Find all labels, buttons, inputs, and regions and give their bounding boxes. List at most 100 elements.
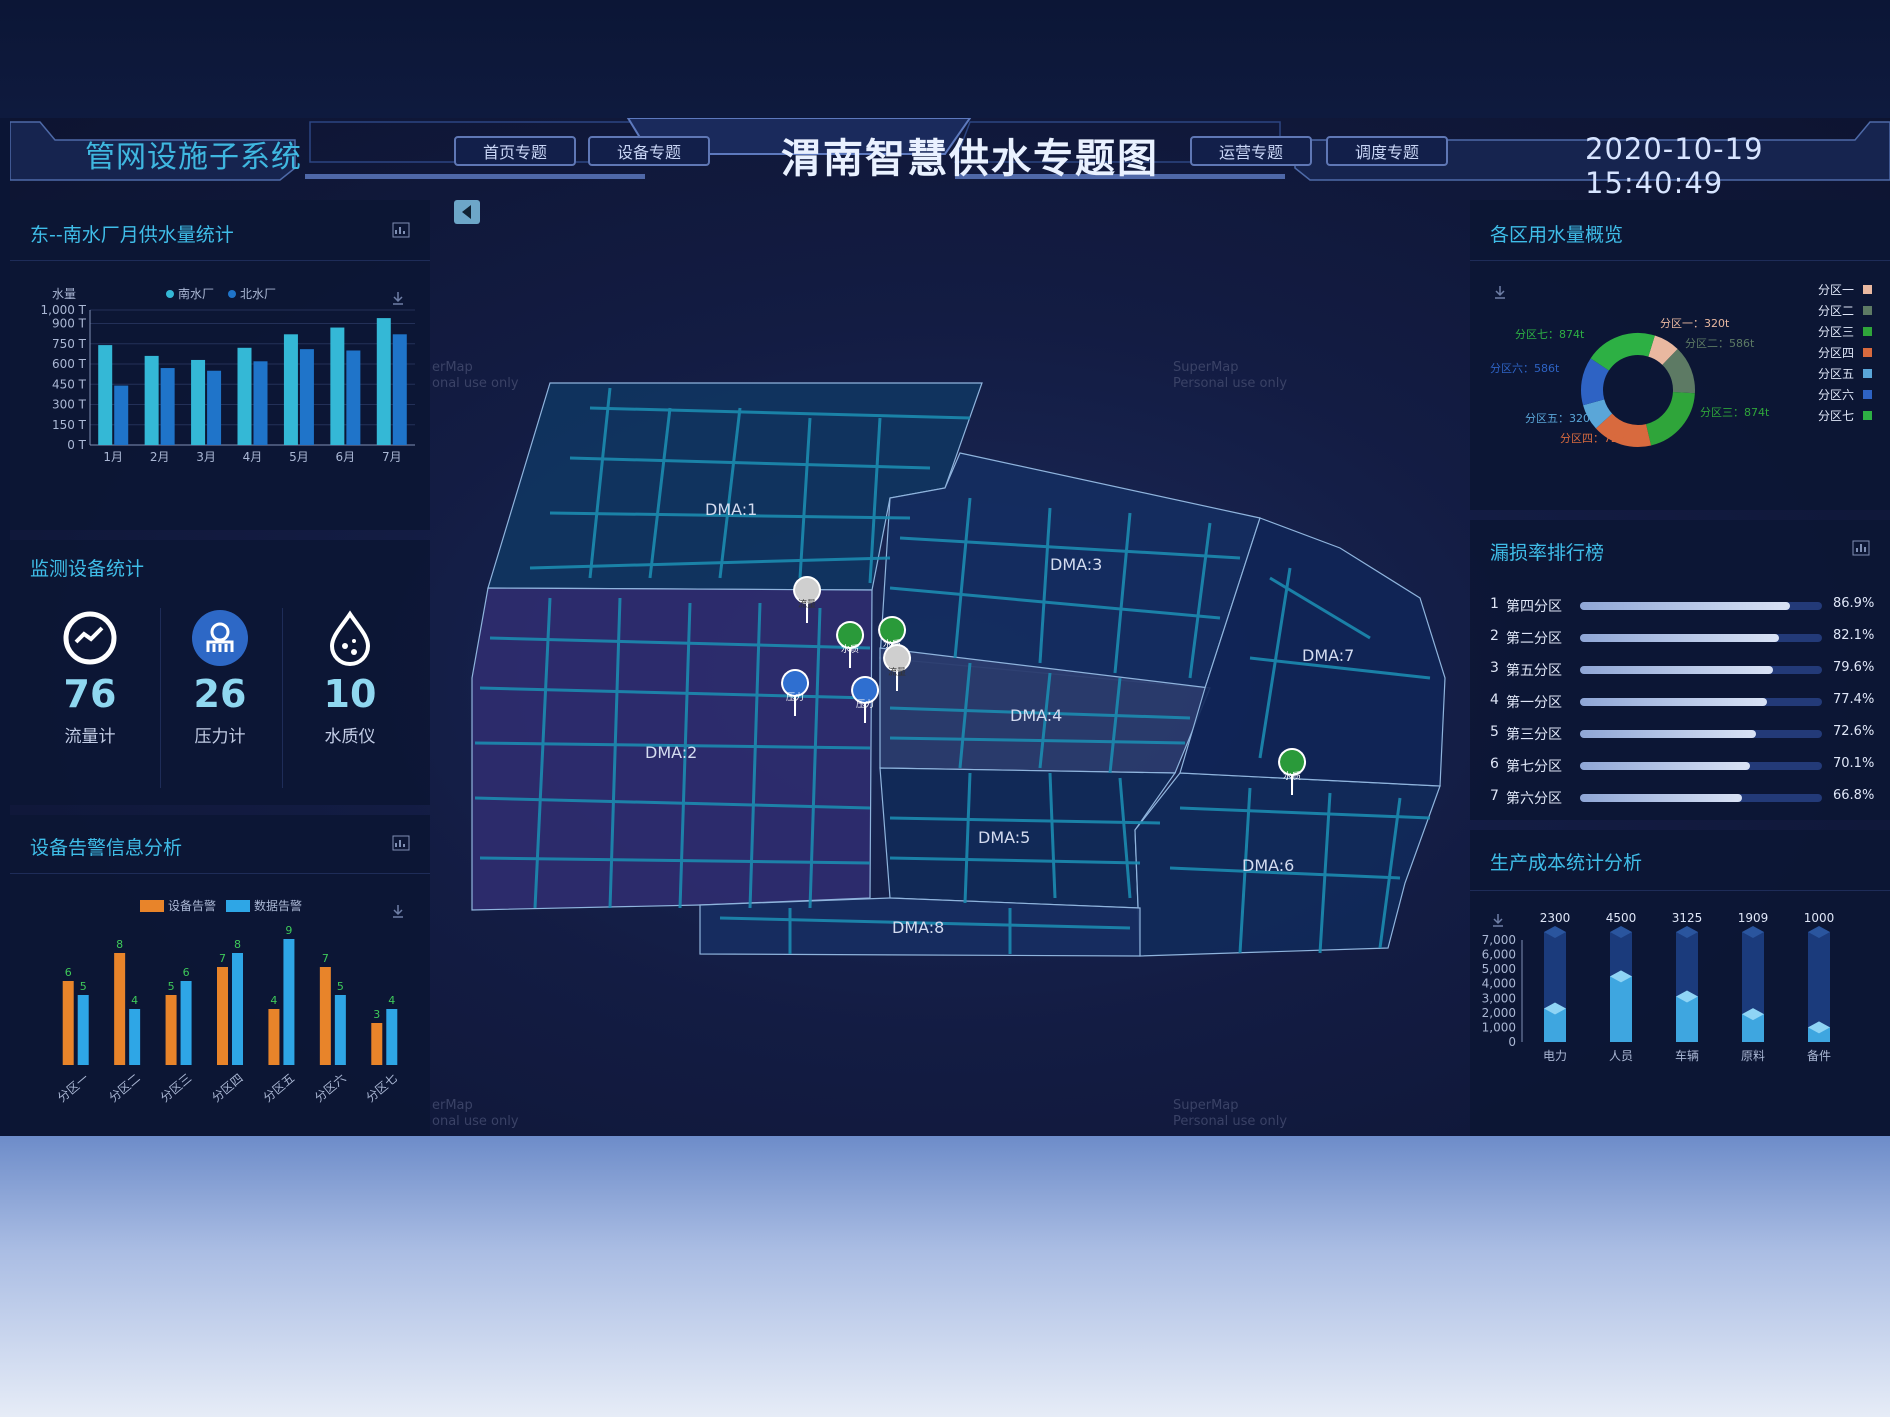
y-tick-label: 750 T [52,337,87,351]
bar-south[interactable] [237,347,252,445]
y-tick-label: 900 T [52,317,87,331]
leak-row[interactable]: 4 第一分区 77.4% [1490,692,1874,712]
flow-meter-count: 76 [63,672,117,716]
pie-slice[interactable] [1583,398,1613,429]
bar-south[interactable] [283,334,298,445]
ranking-icon[interactable] [1852,540,1870,556]
download-icon[interactable] [393,905,403,918]
cost-bar[interactable] [1610,976,1632,1042]
alarm-chart: 设备告警 数据告警 65分区一84分区二56分区三78分区四49分区五75分区六… [55,898,403,1105]
bar-north[interactable] [346,350,361,446]
x-tick-label: 分区七 [363,1071,400,1105]
progress-track [1580,794,1822,802]
leak-row[interactable]: 1 第四分区 86.9% [1490,596,1874,616]
cost-panel: 生产成本统计分析 7,000 6,000 5,000 4,000 3,000 2,000 1… [1470,830,1890,1136]
bar-data-alarm[interactable] [386,1009,398,1065]
bar-value-label: 7 [219,952,226,965]
bar-value-label: 4500 [1606,911,1637,925]
bar-south[interactable] [144,355,159,445]
bar-value-label: 2300 [1540,911,1571,925]
progress-track [1580,762,1822,770]
water-quality-count: 10 [323,672,377,716]
panel-title: 生产成本统计分析 [1490,852,1643,874]
bar-device-alarm[interactable] [165,995,177,1065]
chart-icon[interactable] [392,222,410,238]
zone-name: 第一分区 [1506,695,1562,711]
bar-value-label: 6 [183,966,190,979]
bar-north[interactable] [299,349,314,445]
bar-device-alarm[interactable] [371,1023,383,1065]
pie-slice[interactable] [1590,333,1655,372]
leak-row[interactable]: 7 第六分区 66.8% [1490,788,1874,808]
leak-row[interactable]: 2 第二分区 82.1% [1490,628,1874,648]
bar-north[interactable] [392,334,407,445]
bar-north[interactable] [207,370,222,445]
bar-device-alarm[interactable] [268,1009,280,1065]
panel-title: 东--南水厂月供水量统计 [30,224,234,246]
bar-data-alarm[interactable] [283,939,295,1065]
pie-slice[interactable] [1645,391,1695,446]
pie-slice[interactable] [1661,349,1695,394]
bar-data-alarm[interactable] [232,953,243,1065]
zone-label-dma6: DMA:6 [1242,856,1294,875]
zone-name: 第五分区 [1506,663,1562,679]
pie-slice[interactable] [1581,358,1610,406]
bar-device-alarm[interactable] [62,981,74,1065]
x-tick-label: 分区五 [261,1071,298,1105]
download-icon[interactable] [393,292,403,305]
x-tick-label: 电力 [1543,1049,1567,1063]
bar-data-alarm[interactable] [129,1009,141,1065]
bar-value-label: 5 [337,980,344,993]
y-tick-label: 600 T [52,357,87,371]
x-tick-label: 分区二 [106,1071,143,1105]
device-stats: 76 流量计 26 压力计 10 水质仪 [10,608,430,788]
y-tick-label: 3,000 [1482,991,1516,1005]
bar-data-alarm[interactable] [334,995,346,1065]
leak-percentage: 79.6% [1833,660,1875,675]
bar-north[interactable] [253,361,268,445]
watermark: erMap onal use only [432,360,519,391]
bar-value-label: 9 [285,924,292,937]
legend-label: 分区五 [1818,367,1854,381]
zone-name: 第七分区 [1506,759,1562,775]
download-icon[interactable] [1495,286,1505,299]
panel-title: 设备告警信息分析 [30,837,183,859]
y-tick-label: 5,000 [1482,962,1516,976]
watermark: SuperMap Personal use only [1173,360,1288,391]
map-collapse-button[interactable] [454,200,480,224]
y-tick-label: 7,000 [1482,933,1516,947]
bar-value-label: 1000 [1804,911,1835,925]
bar-value-label: 5 [168,980,175,993]
pressure-meter-icon [192,610,248,666]
bar-device-alarm[interactable] [114,953,126,1065]
leak-row[interactable]: 5 第三分区 72.6% [1490,724,1874,744]
bar-device-alarm[interactable] [217,967,228,1065]
bar-device-alarm[interactable] [319,967,331,1065]
bar-value-label: 4 [388,994,395,1007]
bar-north[interactable] [160,368,175,445]
pie-slice[interactable] [1647,335,1678,366]
bar-south[interactable] [191,359,206,445]
bar-north[interactable] [114,385,129,445]
x-tick-label: 分区四 [209,1071,246,1105]
legend-swatch [1863,306,1872,315]
chart-icon[interactable] [392,835,410,851]
leak-row[interactable]: 6 第七分区 70.1% [1490,756,1874,776]
download-icon[interactable] [1493,914,1503,927]
cost-bar[interactable] [1676,996,1698,1042]
cost-chart: 7,0006,0005,0004,0003,0002,0001,0000 230… [1482,911,1835,1063]
slice-label: 分区四：725t [1560,432,1630,445]
bar-south[interactable] [376,318,391,445]
bar-data-alarm[interactable] [77,995,89,1065]
y-tick-label: 1,000 T [41,303,87,317]
bar-south[interactable] [330,327,345,445]
zone-name: 第三分区 [1506,727,1562,743]
bar-data-alarm[interactable] [180,981,192,1065]
water-quality-label: 水质仪 [324,727,376,747]
y-tick-label: 4,000 [1482,977,1516,991]
leak-row[interactable]: 3 第五分区 79.6% [1490,660,1874,680]
bar-value-label: 8 [234,938,241,951]
bar-value-label: 3 [373,1008,380,1021]
y-axis-label: 水量 [52,287,76,301]
bar-south[interactable] [98,345,113,445]
